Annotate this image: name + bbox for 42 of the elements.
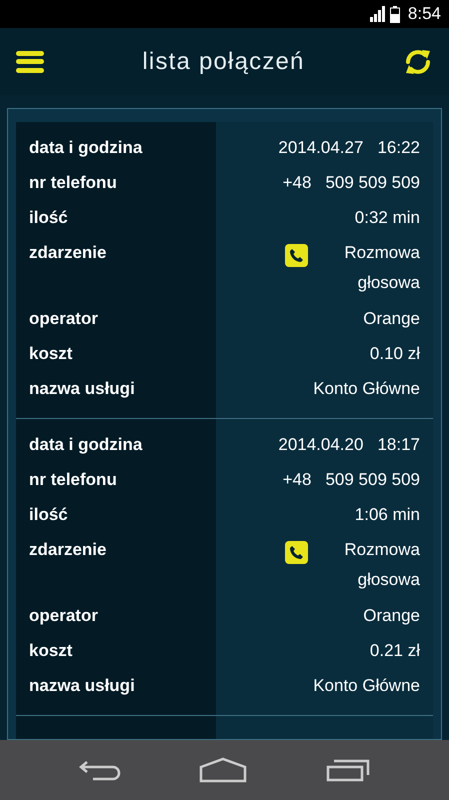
field-value: +48: [282, 172, 312, 194]
field-label: nr telefonu: [29, 172, 117, 194]
screen-title: lista połączeń: [142, 46, 305, 76]
field-label: data i godzina: [29, 137, 142, 159]
field-label: ilość: [29, 504, 68, 526]
field-label: zdarzenie: [29, 242, 106, 264]
field-value: 509 509 509: [325, 172, 420, 194]
field-value: 509 509 509: [325, 469, 420, 491]
field-label: nazwa usługi: [29, 378, 135, 400]
field-value: 18:17: [377, 434, 420, 456]
field-value: 0.21 zł: [370, 640, 420, 662]
field-label: koszt: [29, 343, 72, 365]
field-label: koszt: [29, 640, 72, 662]
signal-icon: [370, 6, 386, 22]
field-label: nazwa usługi: [29, 675, 135, 697]
home-button[interactable]: [199, 757, 248, 783]
recent-apps-button[interactable]: [326, 758, 370, 782]
field-value: 1:06 min: [354, 504, 420, 526]
field-label: zdarzenie: [29, 539, 106, 561]
field-label: ilość: [29, 207, 68, 229]
field-value: Orange: [363, 605, 420, 627]
field-value: 0.10 zł: [370, 343, 420, 365]
back-button[interactable]: [79, 758, 122, 782]
battery-icon: [390, 6, 400, 22]
field-value: Rozmowa głosowa: [343, 242, 420, 294]
field-label: data i godzina: [29, 434, 142, 456]
field-value: Orange: [363, 308, 420, 330]
field-label: operator: [29, 308, 98, 330]
menu-button[interactable]: [16, 50, 44, 72]
field-value: 0:32 min: [354, 207, 420, 229]
field-value: 16:22: [377, 137, 420, 159]
field-label: nr telefonu: [29, 469, 117, 491]
field-value: Konto Główne: [313, 675, 420, 697]
field-value: 2014.04.27: [278, 137, 364, 159]
field-value: +48: [282, 469, 312, 491]
field-value: 2014.04.20: [278, 434, 364, 456]
phone-icon: [285, 244, 308, 267]
field-value: Rozmowa głosowa: [343, 539, 420, 591]
phone-icon: [285, 541, 308, 564]
field-value: Konto Główne: [313, 378, 420, 400]
clock-time: 8:54: [408, 3, 441, 26]
field-label: operator: [29, 605, 98, 627]
